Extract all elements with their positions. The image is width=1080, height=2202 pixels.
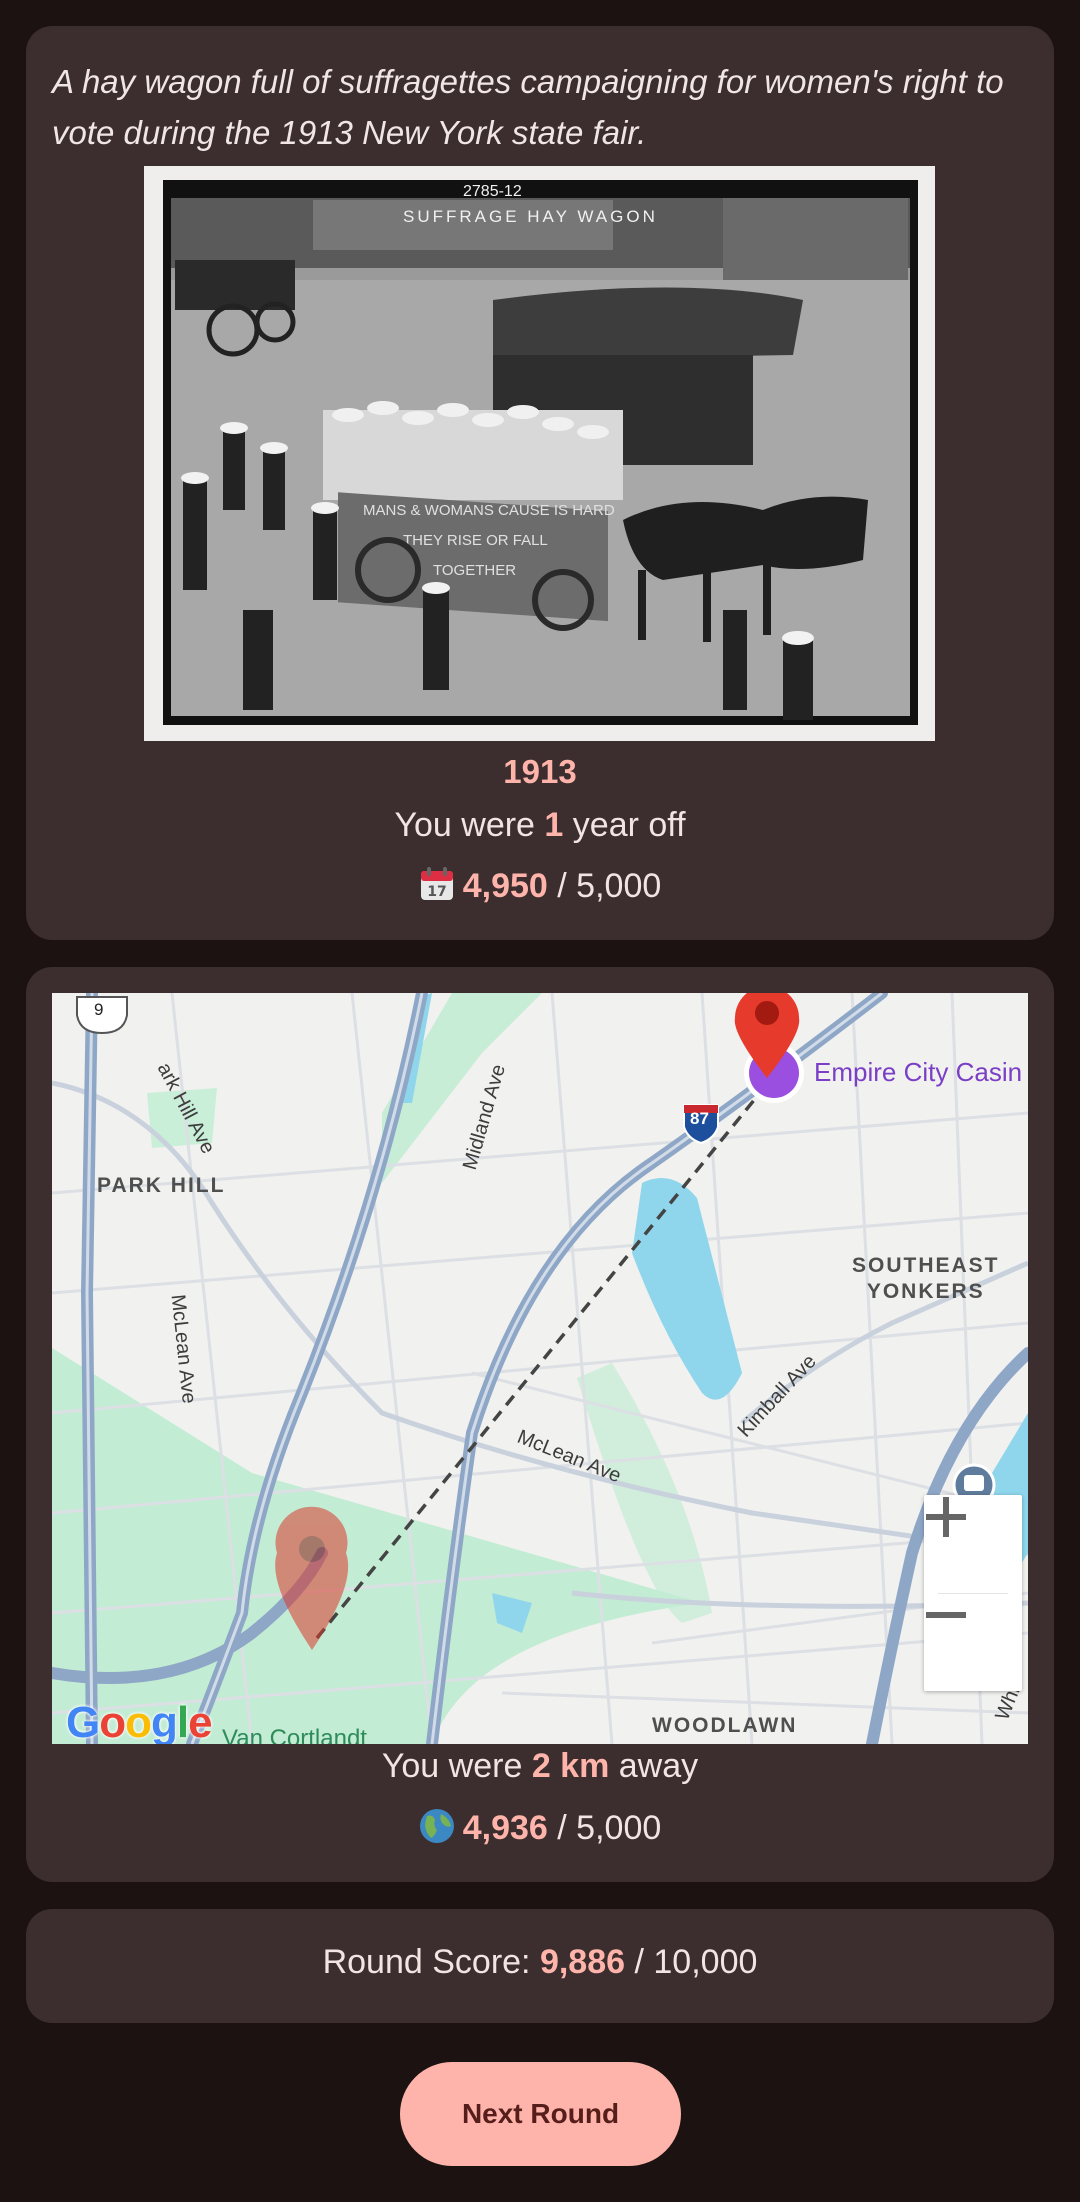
distance-result: You were 2 km away	[381, 1747, 699, 1785]
result-map[interactable]: 9 ark Hill Ave PARK HILL McLean Ave Midl…	[52, 993, 1028, 1744]
minus-icon	[926, 1612, 966, 1618]
zoom-in-button[interactable]	[924, 1495, 1022, 1593]
year-score: 17 4,950 / 5,000	[26, 866, 1054, 906]
year-score-value: 4,950	[462, 867, 548, 905]
svg-text:2785-12: 2785-12	[463, 183, 522, 200]
round-score: Round Score: 9,886 / 10,000	[322, 1943, 758, 1981]
zoom-controls	[924, 1495, 1022, 1691]
next-round-button[interactable]: Next Round	[400, 2062, 681, 2166]
southeast-yonkers-label: SOUTHEAST YONKERS	[852, 1254, 1000, 1303]
google-logo: Google	[66, 1698, 213, 1744]
svg-text:17: 17	[427, 884, 446, 900]
year-difference: You were 1 year off	[394, 806, 686, 844]
location-score: 4,936 / 5,000	[26, 1808, 1054, 1848]
historic-photo-frame: MANS & WOMANS CAUSE IS HARD THEY RISE OR…	[144, 166, 935, 741]
round-score-card: Round Score: 9,886 / 10,000	[26, 1909, 1054, 2023]
zoom-out-button[interactable]	[924, 1593, 1022, 1691]
svg-text:SUFFRAGE HAY WAGON: SUFFRAGE HAY WAGON	[403, 207, 658, 226]
van-cortlandt-label: Van Cortlandt	[222, 1725, 367, 1744]
answer-year: 1913	[503, 753, 577, 790]
location-score-max: / 5,000	[557, 1809, 662, 1847]
year-difference-value: 1	[544, 806, 564, 844]
location-score-value: 4,936	[462, 1809, 548, 1847]
round-score-value: 9,886	[539, 1943, 626, 1981]
round-score-max: / 10,000	[634, 1943, 758, 1981]
svg-text:TOGETHER: TOGETHER	[433, 562, 516, 579]
woodlawn-label: WOODLAWN	[652, 1714, 798, 1737]
empire-city-casino-label[interactable]: Empire City Casin	[814, 1057, 1022, 1088]
historic-photo[interactable]: MANS & WOMANS CAUSE IS HARD THEY RISE OR…	[163, 180, 918, 725]
map-card: 9 ark Hill Ave PARK HILL McLean Ave Midl…	[26, 967, 1054, 1882]
globe-icon	[419, 1809, 454, 1843]
map-canvas	[52, 993, 1028, 1744]
year-score-max: / 5,000	[557, 867, 662, 905]
image-card: A hay wagon full of suffragettes campaig…	[26, 26, 1054, 940]
photo-illustration: MANS & WOMANS CAUSE IS HARD THEY RISE OR…	[163, 180, 918, 725]
calendar-icon: 17	[420, 867, 453, 900]
svg-text:THEY RISE OR FALL: THEY RISE OR FALL	[403, 532, 548, 549]
park-hill-label: PARK HILL	[97, 1174, 226, 1197]
route-9-label: 9	[94, 1000, 104, 1019]
svg-text:MANS & WOMANS CAUSE IS HARD: MANS & WOMANS CAUSE IS HARD	[363, 502, 615, 519]
plus-icon	[926, 1497, 966, 1537]
photo-caption: A hay wagon full of suffragettes campaig…	[52, 63, 1004, 151]
interstate-87-label: 87	[690, 1109, 709, 1128]
distance-value: 2 km	[531, 1747, 610, 1785]
